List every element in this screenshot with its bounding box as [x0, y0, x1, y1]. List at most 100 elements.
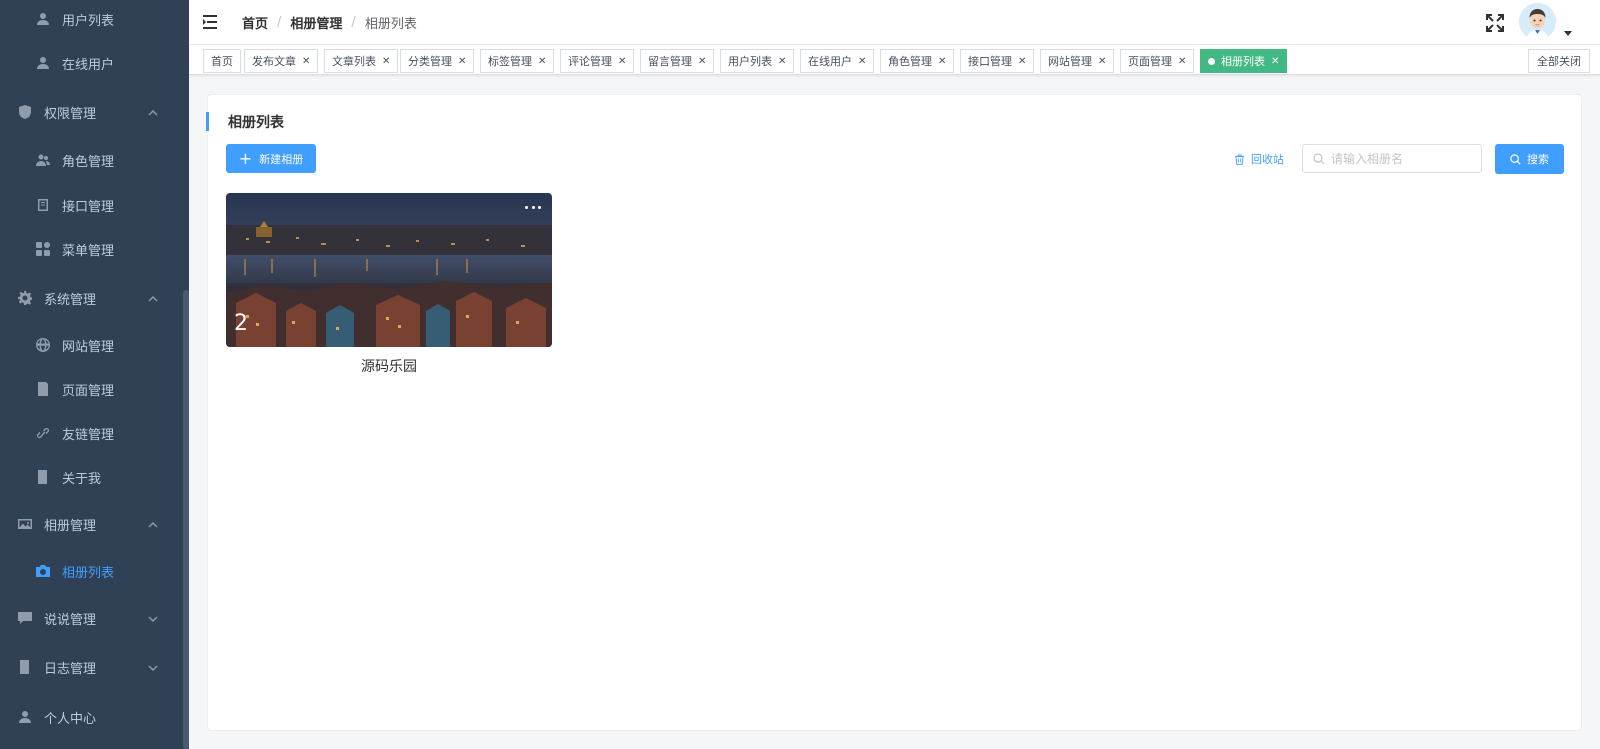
album-name: 源码乐园 [361, 359, 417, 375]
search-button[interactable]: 搜索 [1495, 144, 1564, 174]
close-icon[interactable]: ✕ [538, 56, 546, 67]
close-icon[interactable]: ✕ [1178, 56, 1186, 67]
close-icon[interactable]: ✕ [698, 56, 706, 67]
trash-icon [1235, 154, 1244, 165]
sidebar-item-talk[interactable]: 说说管理 [0, 596, 182, 640]
tag-label: 用户列表 [728, 55, 772, 68]
tag-label: 发布文章 [252, 55, 296, 68]
users-icon [36, 153, 50, 167]
search-input[interactable] [1331, 151, 1471, 166]
tag-8[interactable]: 在线用户 ✕ [800, 49, 875, 73]
sidebar-item-permission[interactable]: 权限管理 [0, 90, 182, 134]
plus-icon: + [238, 148, 253, 168]
page-title: 相册列表 [228, 115, 284, 131]
close-icon[interactable]: ✕ [938, 56, 946, 67]
tag-label: 角色管理 [888, 55, 932, 68]
close-icon[interactable]: ✕ [302, 56, 310, 67]
recycle-bin-button[interactable]: 回收站 [1234, 151, 1284, 167]
tags-view: 相册列表 ✕ 页面管理 ✕ 网站管理 ✕ 接口管理 ✕ 角色管理 ✕ 在线用户 ✕ 用户列表 ✕ 留言管理 ✕… [189, 45, 1600, 75]
tag-6[interactable]: 留言管理 ✕ [640, 49, 715, 73]
tag-1[interactable]: 发布文章 ✕ [244, 49, 319, 73]
tag-label: 文章列表 [332, 55, 376, 68]
sidebar-item-roles[interactable]: 角色管理 [0, 138, 182, 182]
tag-9[interactable]: 角色管理 ✕ [880, 49, 955, 73]
sidebar-item-label: 相册列表 [62, 565, 115, 581]
title-accent-bar [206, 112, 209, 131]
gear-icon [18, 291, 32, 305]
sidebar-item-label: 页面管理 [62, 383, 115, 399]
more-options-icon[interactable] [525, 202, 541, 212]
shield-icon [18, 105, 32, 119]
close-icon[interactable]: ✕ [1018, 56, 1026, 67]
album-cover-image [226, 193, 552, 347]
sidebar-item-album-manage[interactable]: 相册管理 [0, 502, 182, 546]
chevron-down-icon [148, 662, 158, 672]
close-icon[interactable]: ✕ [382, 56, 390, 67]
grid-icon [36, 242, 50, 256]
tag-12[interactable]: 页面管理 ✕ [1120, 49, 1195, 73]
sidebar-scrollbar[interactable] [183, 290, 189, 749]
sidebar: 用户列表 在线用户 权限管理 角色管理 接口管理 菜单管理 系统管理 网站管理 … [0, 0, 189, 749]
close-all-tags-button[interactable]: 全部关闭 [1528, 49, 1590, 73]
image-icon [18, 517, 32, 531]
avatar[interactable] [1519, 3, 1556, 40]
globe-icon [36, 338, 50, 352]
search-icon [1510, 153, 1521, 165]
tag-label: 相册列表 [1221, 55, 1265, 68]
tag-3[interactable]: 分类管理 ✕ [400, 49, 475, 73]
tag-4[interactable]: 标签管理 ✕ [480, 49, 555, 73]
sidebar-item-online-users[interactable]: 在线用户 [0, 41, 182, 85]
sidebar-item-system[interactable]: 系统管理 [0, 276, 182, 320]
sidebar-item-pages[interactable]: 页面管理 [0, 367, 182, 411]
tag-13[interactable]: 相册列表 ✕ [1200, 49, 1288, 73]
tag-11[interactable]: 网站管理 ✕ [1040, 49, 1115, 73]
tag-5[interactable]: 评论管理 ✕ [560, 49, 635, 73]
tag-0[interactable]: 首页 [203, 49, 241, 73]
chevron-up-icon [148, 293, 158, 303]
close-icon[interactable]: ✕ [778, 56, 786, 67]
recycle-bin-label: 回收站 [1251, 153, 1284, 166]
sidebar-item-menu[interactable]: 菜单管理 [0, 227, 182, 271]
user-icon [36, 12, 50, 26]
breadcrumb-album-list: 相册列表 [364, 17, 417, 32]
close-icon[interactable]: ✕ [858, 56, 866, 67]
link-icon [36, 426, 50, 440]
breadcrumb: 首页 / 相册管理 / 相册列表 [242, 13, 417, 32]
chevron-up-icon [148, 107, 158, 117]
fullscreen-icon[interactable] [1486, 14, 1504, 32]
hamburger-icon[interactable] [203, 15, 219, 29]
user-icon [36, 56, 50, 70]
close-icon[interactable]: ✕ [458, 56, 466, 67]
sidebar-item-album-list[interactable]: 相册列表 [0, 549, 182, 593]
sidebar-item-links[interactable]: 友链管理 [0, 411, 182, 455]
album-card[interactable]: 2 [226, 193, 552, 347]
sidebar-item-label: 菜单管理 [62, 243, 115, 259]
tag-2[interactable]: 文章列表 ✕ [324, 49, 399, 73]
search-field[interactable] [1302, 144, 1482, 173]
sidebar-item-website[interactable]: 网站管理 [0, 323, 182, 367]
close-icon[interactable]: ✕ [1098, 56, 1106, 67]
chevron-down-icon [148, 613, 158, 623]
breadcrumb-separator: / [351, 15, 356, 30]
tag-label: 评论管理 [568, 55, 612, 68]
caret-down-icon[interactable] [1564, 31, 1572, 36]
sidebar-item-label: 网站管理 [62, 339, 115, 355]
sidebar-item-profile[interactable]: 个人中心 [0, 695, 182, 739]
sidebar-item-label: 个人中心 [44, 711, 97, 727]
tag-7[interactable]: 用户列表 ✕ [720, 49, 795, 73]
breadcrumb-album-manage[interactable]: 相册管理 [290, 13, 342, 32]
sidebar-item-api[interactable]: 接口管理 [0, 183, 182, 227]
sidebar-item-about[interactable]: 关于我 [0, 455, 182, 499]
new-album-button[interactable]: + 新建相册 [226, 144, 316, 173]
sidebar-item-user-list[interactable]: 用户列表 [0, 0, 182, 41]
tag-10[interactable]: 接口管理 ✕ [960, 49, 1035, 73]
sidebar-item-label: 接口管理 [62, 199, 115, 215]
close-icon[interactable]: ✕ [618, 56, 626, 67]
tag-label: 标签管理 [488, 55, 532, 68]
sidebar-item-label: 在线用户 [62, 57, 115, 73]
close-icon[interactable]: ✕ [1271, 56, 1279, 67]
sidebar-item-logs[interactable]: 日志管理 [0, 645, 182, 689]
breadcrumb-home[interactable]: 首页 [242, 13, 268, 32]
tag-label: 在线用户 [808, 55, 852, 68]
sidebar-item-label: 日志管理 [44, 661, 97, 677]
